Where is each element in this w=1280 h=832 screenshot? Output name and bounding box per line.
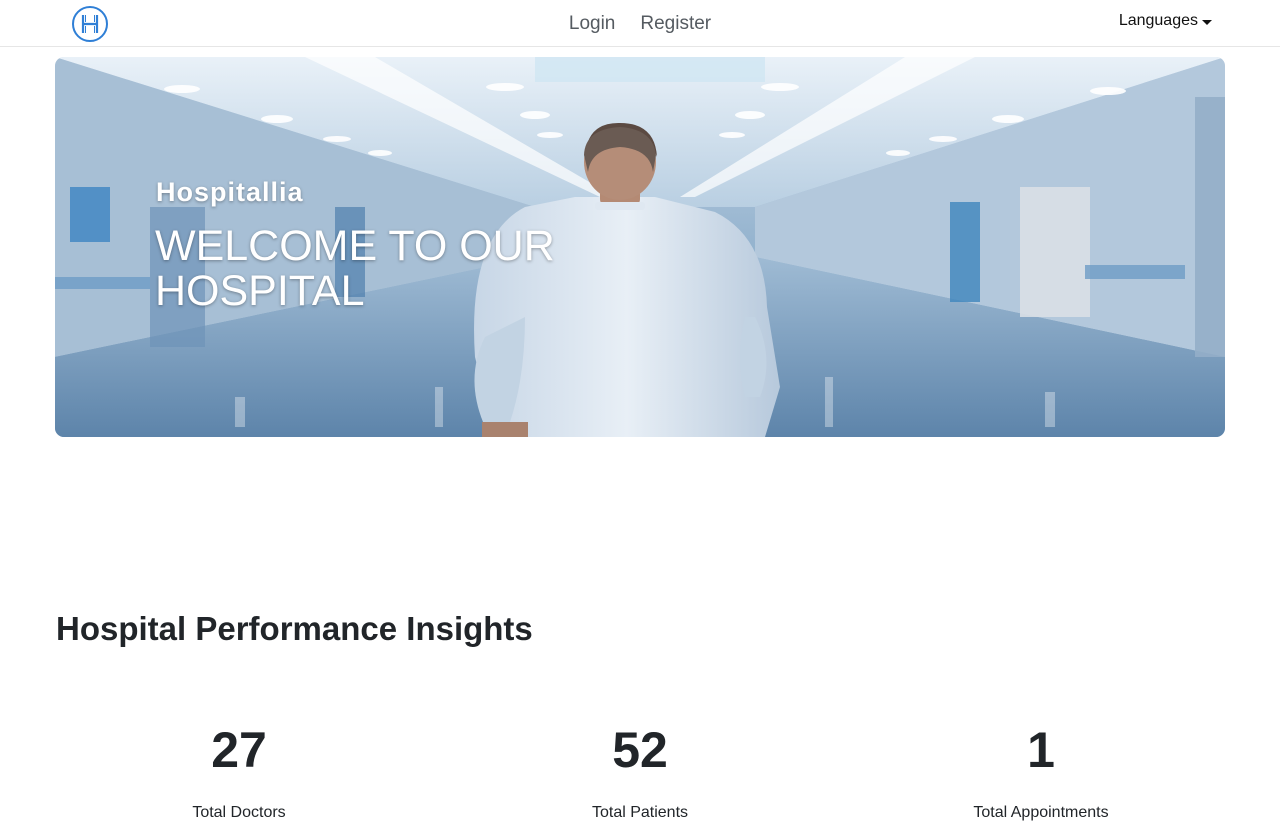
stat-label: Total Patients [591,804,689,821]
hero-banner: Hospitallia WELCOME TO OUR HOSPITAL [55,57,1225,437]
stat-label: Total Appointments [973,804,1109,821]
stat-total-patients: 52 Total Patients [490,720,790,822]
stat-total-doctors: 27 Total Doctors [89,720,389,822]
stat-total-appointments: 1 Total Appointments [891,720,1191,822]
login-link[interactable]: Login [569,13,616,35]
languages-label: Languages [1118,12,1198,29]
hero-title: WELCOME TO OUR HOSPITAL [155,222,555,315]
navbar: Login Register Languages [0,0,1280,47]
register-link[interactable]: Register [640,13,711,35]
insights-title: Hospital Performance Insights [56,610,533,647]
hero-subtitle: Hospitallia [156,177,304,207]
stat-label: Total Doctors [192,804,286,821]
stat-value: 27 [211,722,267,778]
stat-value: 52 [612,722,668,778]
nav-links: Login Register [0,0,1280,47]
stat-value: 1 [1027,722,1055,778]
languages-dropdown[interactable]: Languages [1119,12,1212,30]
caret-down-icon [1202,19,1212,25]
